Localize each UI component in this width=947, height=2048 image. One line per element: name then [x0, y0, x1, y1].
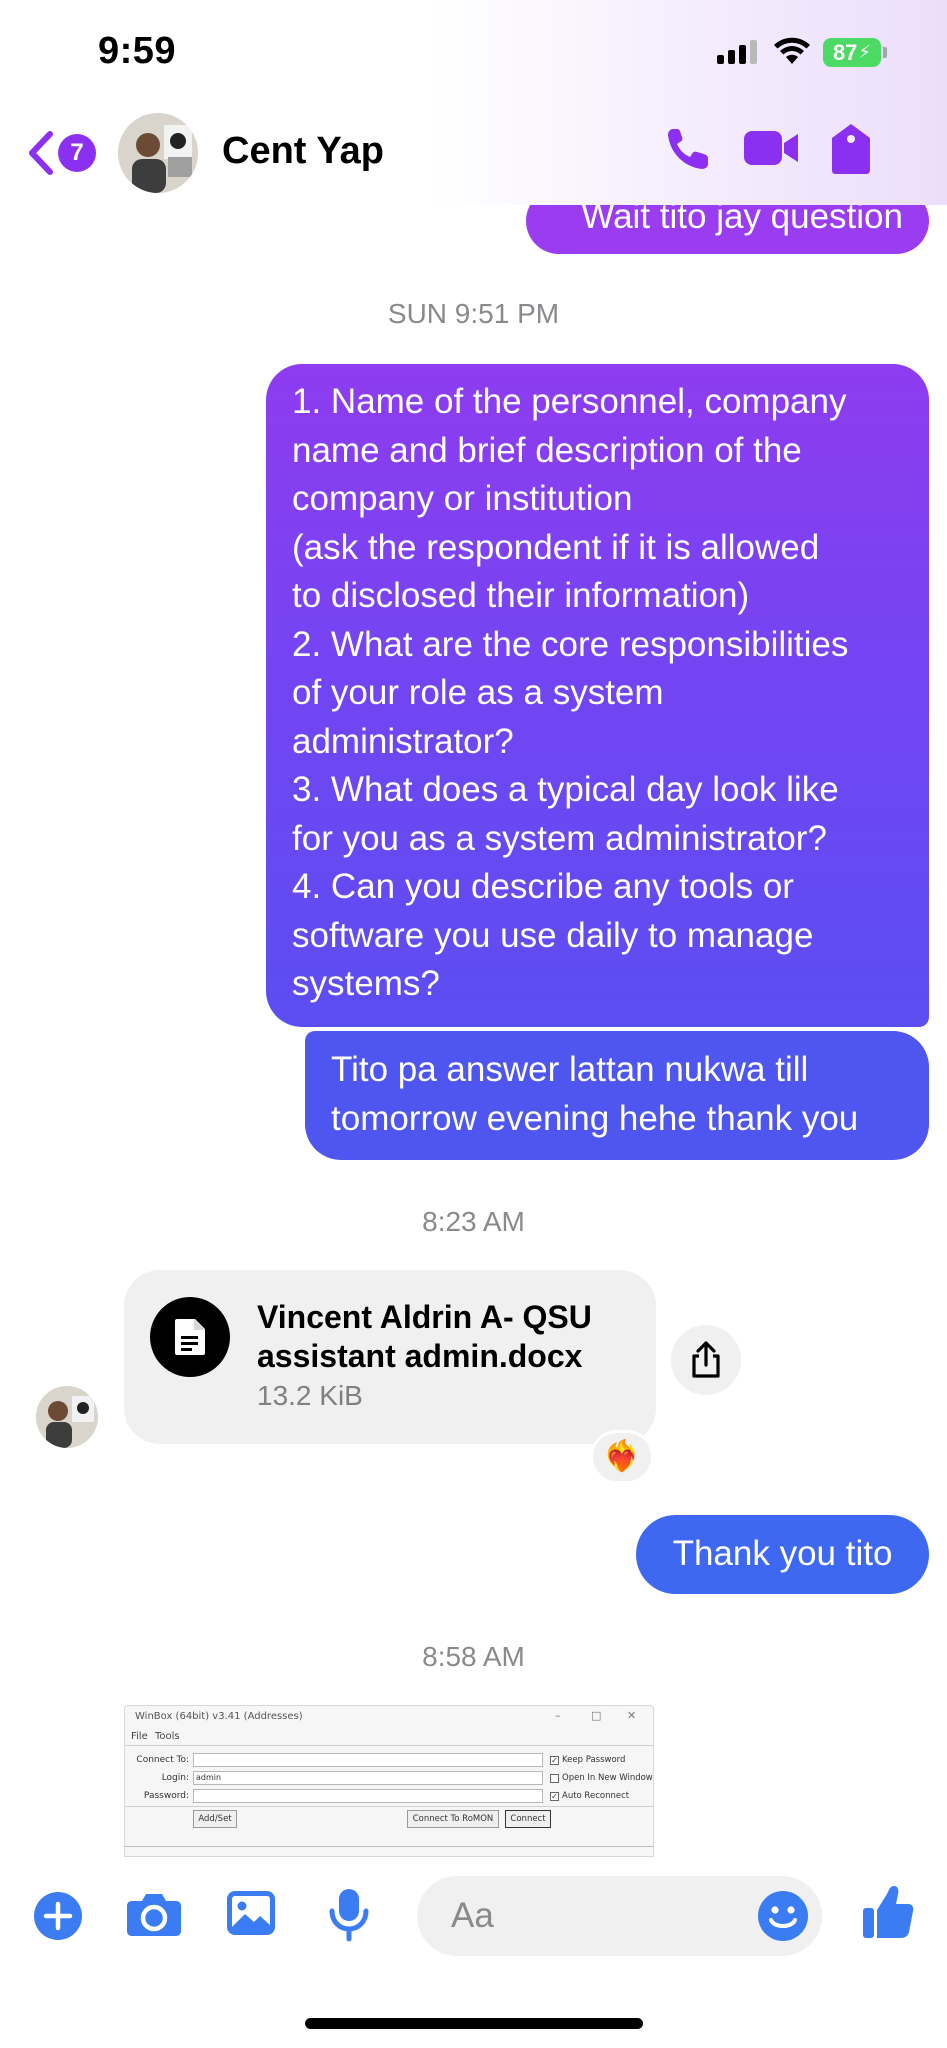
winbox-auto-reconnect: ✓ Auto Reconnect	[550, 1791, 630, 1801]
message-line: 1. Name of the personnel, company	[292, 382, 847, 421]
winbox-menu-tools: Tools	[155, 1731, 180, 1742]
back-button[interactable]: 7	[26, 128, 98, 178]
cellular-signal-icon	[717, 40, 757, 64]
chevron-left-icon	[29, 131, 53, 175]
contact-avatar[interactable]	[118, 113, 198, 193]
document-icon	[150, 1297, 230, 1377]
timestamp: 8:58 AM	[422, 1641, 525, 1672]
message-line: company or institution	[292, 479, 633, 518]
winbox-login-field: admin	[193, 1771, 543, 1785]
file-name-line: assistant admin.docx	[257, 1338, 583, 1374]
message-line: Tito pa answer lattan nukwa till	[331, 1050, 809, 1089]
winbox-password-field	[193, 1789, 543, 1803]
share-icon	[692, 1341, 720, 1378]
winbox-password-label: Password:	[143, 1791, 189, 1801]
emoji-button[interactable]	[757, 1890, 809, 1947]
home-indicator	[305, 2018, 643, 2029]
plus-icon	[34, 1892, 82, 1940]
message-line: (ask the respondent if it is allowed	[292, 527, 820, 567]
winbox-connect-to-label: Connect To:	[136, 1755, 189, 1765]
message-line: 2. What are the core responsibilities	[292, 624, 849, 664]
file-name-line: Vincent Aldrin A- QSU	[257, 1299, 592, 1335]
video-camera-icon[interactable]	[742, 123, 802, 178]
winbox-add-set-button: Add/Set	[193, 1810, 237, 1828]
status-time: 9:59	[98, 30, 177, 72]
winbox-title: WinBox (64bit) v3.41 (Addresses)	[135, 1711, 303, 1722]
battery-level: 87	[832, 39, 858, 65]
smiley-icon	[758, 1891, 808, 1941]
message-line: systems?	[292, 964, 440, 1003]
outgoing-message[interactable]: 1. Name of the personnel, company name a…	[266, 364, 929, 1027]
winbox-keep-password-label: Keep Password	[562, 1755, 626, 1765]
outgoing-message[interactable]: Tito pa answer lattan nukwa till tomorro…	[305, 1031, 929, 1160]
winbox-connect-romon-button: Connect To RoMON	[407, 1810, 499, 1828]
timestamp: SUN 9:51 PM	[387, 298, 560, 329]
thumbs-up-icon	[863, 1886, 914, 1938]
close-icon: ✕	[627, 1709, 637, 1722]
message-line: of your role as a system	[292, 673, 664, 712]
winbox-auto-reconnect-label: Auto Reconnect	[562, 1791, 630, 1801]
contact-name[interactable]: Cent Yap	[222, 130, 384, 173]
gallery-button[interactable]	[226, 1889, 276, 1944]
image-attachment[interactable]: WinBox (64bit) v3.41 (Addresses) – □ ✕ F…	[124, 1705, 654, 1857]
divider	[125, 1806, 653, 1807]
file-attachment[interactable]: Vincent Aldrin A- QSU assistant admin.do…	[124, 1270, 656, 1444]
unread-badge: 7	[58, 134, 96, 172]
microphone-icon	[329, 1889, 369, 1942]
message-line: 4. Can you describe any tools or	[292, 867, 794, 906]
heart-on-fire-icon: ❤️‍🔥	[603, 1440, 641, 1473]
tag-icon[interactable]	[828, 122, 874, 181]
minimize-icon: –	[555, 1709, 561, 1722]
divider	[125, 1846, 653, 1847]
message-input-placeholder: Aa	[451, 1896, 494, 1935]
camera-icon	[127, 1894, 181, 1936]
maximize-icon: □	[591, 1709, 602, 1722]
message-input[interactable]: Aa	[417, 1876, 822, 1956]
divider	[125, 1745, 653, 1746]
message-line: 3. What does a typical day look like	[292, 770, 839, 809]
winbox-open-new-window-label: Open In New Window	[562, 1773, 653, 1783]
timestamp: 8:23 AM	[422, 1206, 525, 1237]
outgoing-message[interactable]: Thank you tito	[636, 1515, 929, 1594]
file-name: Vincent Aldrin A- QSU assistant admin.do…	[257, 1298, 637, 1376]
winbox-connect-to-field	[193, 1753, 543, 1767]
battery-icon: 87 ⚡	[823, 38, 887, 67]
message-line: software you use daily to manage	[292, 915, 814, 955]
message-line: to disclosed their information)	[292, 576, 750, 615]
message-line: for you as a system administrator?	[292, 818, 827, 858]
wifi-icon	[772, 34, 812, 71]
voice-button[interactable]	[328, 1887, 370, 1948]
winbox-menu-file: File	[131, 1731, 148, 1742]
camera-button[interactable]	[126, 1889, 182, 1944]
phone-icon[interactable]	[664, 123, 714, 178]
share-button[interactable]	[671, 1325, 741, 1395]
like-button[interactable]	[862, 1884, 914, 1945]
message-line: administrator?	[292, 721, 514, 761]
message-line: name and brief description of the	[292, 430, 802, 470]
add-button[interactable]	[33, 1891, 83, 1946]
winbox-login-label: Login:	[161, 1773, 189, 1783]
winbox-keep-password: ✓ Keep Password	[550, 1755, 626, 1765]
winbox-connect-button: Connect	[505, 1810, 551, 1828]
sender-avatar[interactable]	[36, 1386, 98, 1448]
winbox-open-new-window: Open In New Window	[550, 1773, 653, 1783]
image-icon	[227, 1891, 275, 1935]
file-size: 13.2 KiB	[257, 1380, 363, 1411]
reaction-badge[interactable]: ❤️‍🔥	[590, 1430, 654, 1484]
message-line: tomorrow evening hehe thank you	[331, 1098, 859, 1138]
